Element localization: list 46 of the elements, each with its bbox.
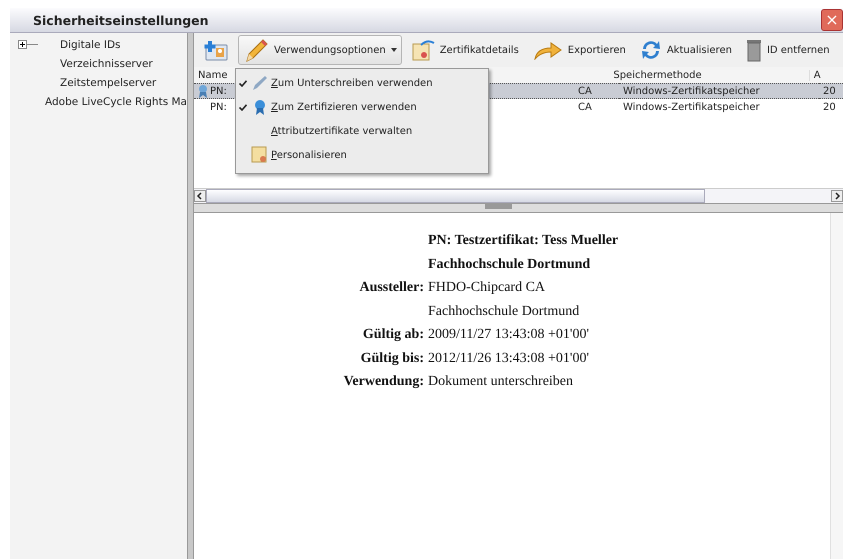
sidebar-item[interactable]: Adobe LiveCycle Rights Ma	[45, 96, 187, 108]
menu-item[interactable]: Zum Unterschreiben verwenden	[236, 71, 488, 95]
ribbon-icon	[254, 99, 266, 115]
table-cell[interactable]: Windows-Zertifikatspeicher	[619, 83, 819, 99]
horizontal-scrollbar[interactable]	[194, 188, 843, 203]
certificate-heading: Fachhochschule Dortmund	[428, 256, 592, 274]
field-value: FHDO-Chipcard CA	[428, 279, 546, 297]
scroll-left-icon[interactable]	[194, 190, 206, 202]
toolbar-button[interactable]: Aktualisieren	[634, 35, 737, 65]
field-label: Gültig bis:	[360, 350, 424, 366]
pen-icon	[252, 75, 268, 91]
vertical-scrollbar[interactable]	[830, 213, 843, 559]
menu-item[interactable]: Zum Zertifizieren verwenden	[236, 95, 488, 119]
certificate-icon	[251, 146, 269, 164]
id-card-plus-icon	[203, 38, 229, 62]
splitter-handle[interactable]	[485, 204, 512, 209]
field-value: Dokument unterschreiben	[428, 373, 574, 391]
certificate-heading: PN: Testzertifikat: Tess Mueller	[428, 232, 620, 250]
splitter-handle[interactable]	[187, 33, 194, 559]
refresh-icon	[640, 39, 662, 61]
window-title: Sicherheitseinstellungen	[32, 12, 209, 28]
menu-item[interactable]: Personalisieren	[236, 143, 488, 167]
field-label: Aussteller:	[359, 280, 424, 295]
table-cell[interactable]: 20	[819, 83, 843, 99]
sidebar-item[interactable]: Verzeichnisserver	[60, 58, 153, 70]
menu-item[interactable]: Attributzertifikate verwalten	[236, 119, 488, 143]
trash-icon	[746, 38, 762, 62]
table-cell[interactable]: 20	[819, 99, 843, 115]
toolbar-button[interactable]: Exportieren	[528, 35, 631, 65]
sidebar-item[interactable]: Digitale IDs	[60, 38, 121, 50]
sidebar-item[interactable]: Zeitstempelserver	[60, 76, 156, 88]
toolbar-button[interactable]: Zertifikatdetails	[406, 35, 524, 65]
toolbar-button[interactable]: Verwendungsoptionen	[238, 35, 402, 65]
field-value: 2009/11/27 13:43:08 +01'00'	[428, 326, 590, 344]
table-cell[interactable]: Windows-Zertifikatspeicher	[619, 99, 819, 115]
certificate-icon	[410, 39, 435, 61]
arrow-icon	[532, 40, 563, 60]
expand-icon[interactable]	[18, 40, 38, 49]
field-value: Fachhochschule Dortmund	[428, 302, 580, 320]
field-label: Verwendung:	[344, 374, 424, 389]
column-header[interactable]: Speichermethode	[609, 70, 810, 80]
field-label: Gültig ab:	[362, 327, 424, 342]
column-header[interactable]: A	[810, 70, 843, 80]
field-value: 2012/11/26 13:43:08 +01'00'	[428, 350, 590, 368]
toolbar-button[interactable]: ID entfernen	[740, 35, 835, 65]
scroll-right-icon[interactable]	[831, 190, 843, 202]
